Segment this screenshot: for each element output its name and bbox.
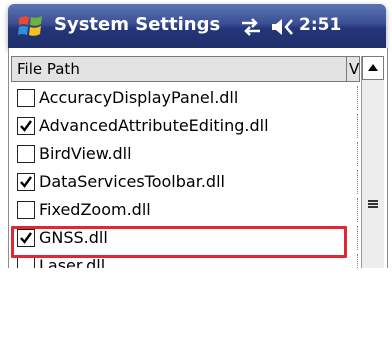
windows-start-icon[interactable] — [16, 12, 46, 40]
list-item-label: AccuracyDisplayPanel.dll — [39, 88, 239, 107]
app-title: System Settings — [54, 14, 221, 35]
checkmark-icon — [20, 120, 32, 132]
column-header-v[interactable]: V — [346, 56, 360, 82]
list-item[interactable]: AdvancedAttributeEditing.dll — [11, 112, 361, 140]
scroll-thumb-grip-icon[interactable] — [368, 200, 378, 208]
column-divider — [357, 254, 360, 268]
list-item-label: DataServicesToolbar.dll — [39, 172, 225, 191]
vertical-scrollbar[interactable] — [361, 56, 384, 268]
checkbox[interactable] — [17, 257, 35, 268]
reflection-fade — [0, 268, 392, 337]
checkbox[interactable] — [17, 173, 35, 191]
checkbox[interactable] — [17, 201, 35, 219]
scroll-up-button[interactable] — [362, 56, 384, 80]
column-divider — [357, 198, 360, 222]
list-item[interactable]: DataServicesToolbar.dll — [11, 168, 361, 196]
column-divider — [357, 170, 360, 194]
column-divider — [357, 86, 360, 110]
list-item[interactable]: AccuracyDisplayPanel.dll — [11, 84, 361, 112]
list-item[interactable]: FixedZoom.dll — [11, 196, 361, 224]
clock: 2:51 — [299, 15, 342, 35]
column-divider — [357, 226, 360, 250]
connectivity-icon[interactable] — [238, 17, 264, 37]
checkbox[interactable] — [17, 117, 35, 135]
list-item-label: FixedZoom.dll — [39, 200, 151, 219]
title-bar: System Settings 2:51 — [8, 4, 386, 48]
column-header-v-label: V — [349, 60, 360, 78]
list-item-label: AdvancedAttributeEditing.dll — [39, 116, 269, 135]
column-header-file-path[interactable]: File Path — [11, 56, 348, 82]
column-divider — [357, 142, 360, 166]
volume-icon[interactable] — [270, 16, 294, 38]
checkbox[interactable] — [17, 145, 35, 163]
column-divider — [357, 114, 360, 138]
column-header-label: File Path — [17, 60, 80, 78]
highlight-box — [11, 226, 347, 258]
list-item[interactable]: BirdView.dll — [11, 140, 361, 168]
checkbox[interactable] — [17, 89, 35, 107]
checkmark-icon — [20, 176, 32, 188]
list-item-label: BirdView.dll — [39, 144, 132, 163]
screen: System Settings 2:51 File Path V Accurac… — [0, 0, 392, 337]
